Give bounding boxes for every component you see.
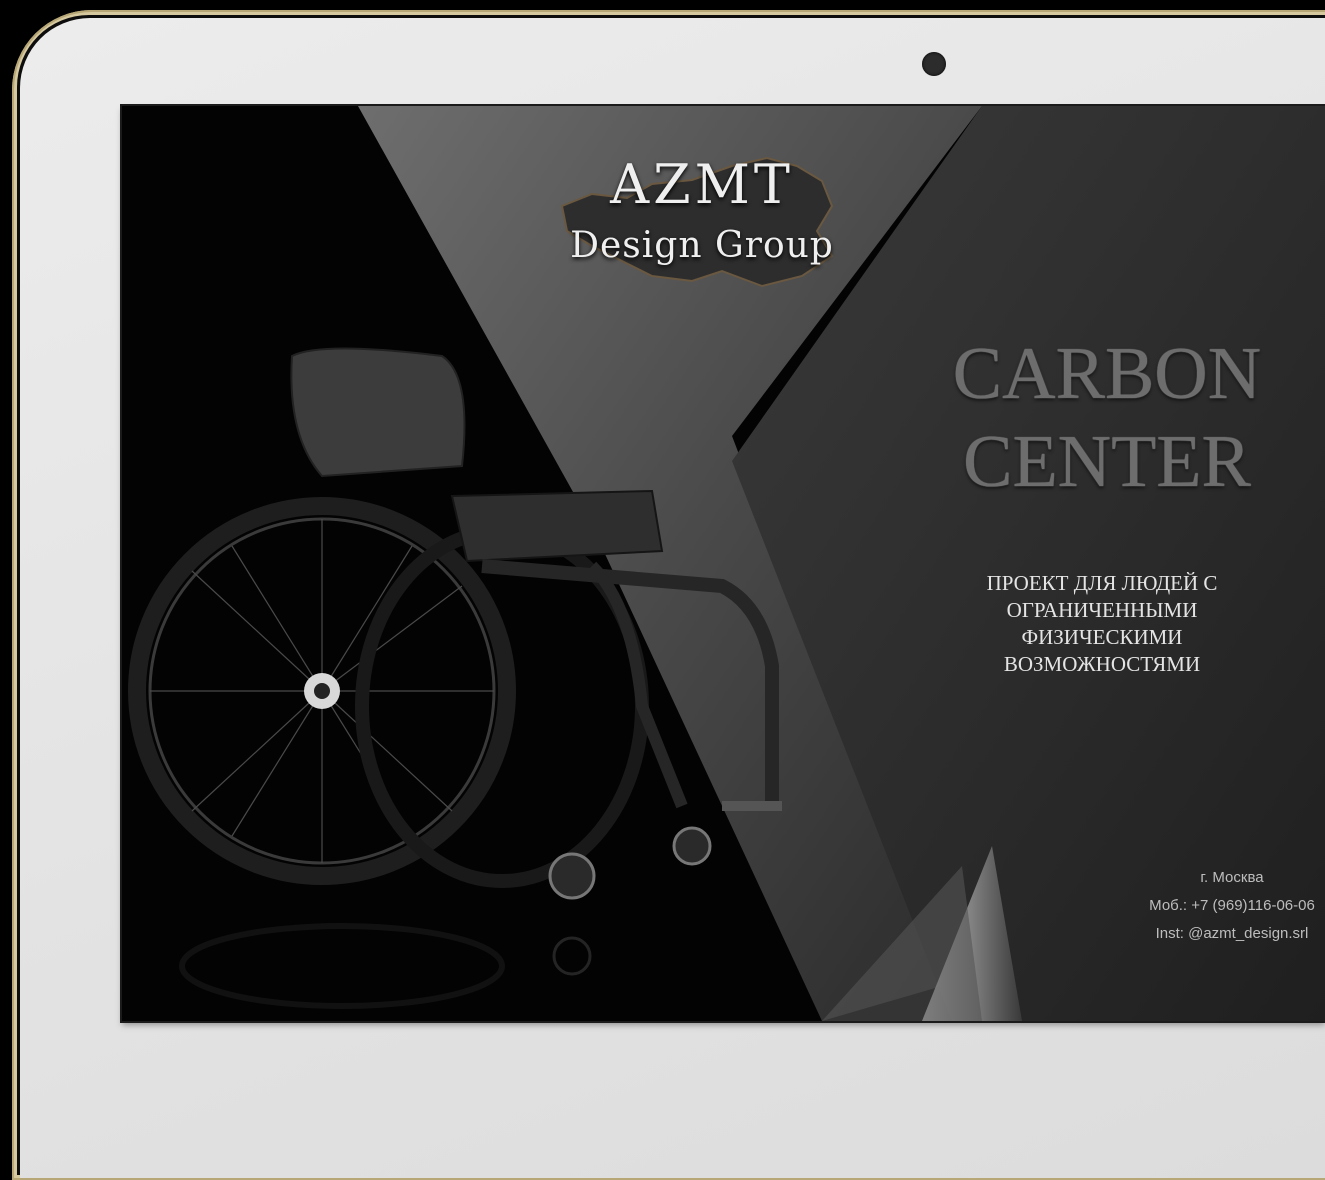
tagline: ПРОЕКТ ДЛЯ ЛЮДЕЙ С ОГРАНИЧЕННЫМИ ФИЗИЧЕС… (922, 570, 1282, 678)
company-logo: AZMT Design Group (532, 136, 872, 296)
tagline-line: ПРОЕКТ ДЛЯ ЛЮДЕЙ С (986, 571, 1218, 595)
headline: CARBON CENTER (912, 330, 1302, 506)
tagline-line: ВОЗМОЖНОСТЯМИ (1003, 652, 1201, 676)
headline-line-2: CENTER (963, 421, 1251, 503)
contact-block: г. Москва Моб.: +7 (969)116-06-06 Inst: … (1082, 864, 1325, 948)
headline-line-1: CARBON (952, 333, 1262, 415)
logo-title: AZMT (610, 153, 794, 216)
contact-city: г. Москва (1200, 869, 1264, 886)
contact-phone: Моб.: +7 (969)116-06-06 (1149, 897, 1315, 914)
tagline-line: ФИЗИЧЕСКИМИ (1021, 625, 1183, 649)
logo-subtitle: Design Group (570, 225, 834, 266)
tagline-line: ОГРАНИЧЕННЫМИ (1006, 598, 1198, 622)
camera-icon (922, 52, 946, 76)
screen: AZMT Design Group CARBON CENTER ПРОЕКТ Д… (122, 106, 1325, 1021)
contact-instagram: Inst: @azmt_design.srl (1155, 925, 1309, 942)
